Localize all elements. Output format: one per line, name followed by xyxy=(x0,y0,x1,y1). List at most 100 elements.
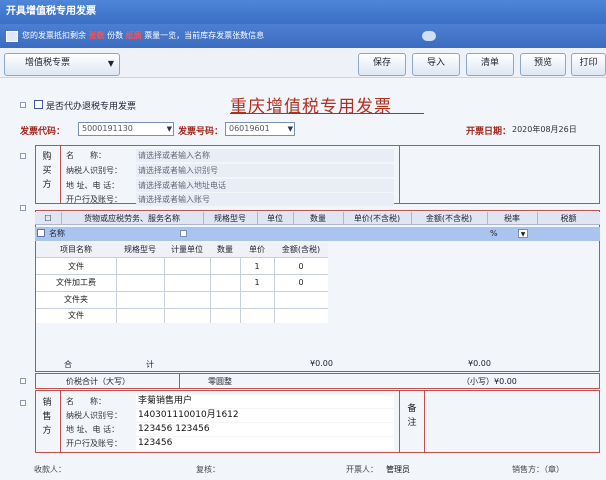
items-grid-header: ☐ 货物或应税劳务、服务名称 规格型号 单位 数量 单价(不含税) 金额(不含税… xyxy=(35,212,600,225)
seller-stamp-label: 销售方：（章） xyxy=(512,465,564,474)
seller-taxid-label: 纳税人识别号： xyxy=(66,411,122,420)
tax-rate-cell[interactable]: % xyxy=(490,227,498,241)
sub-col-qty: 数量 xyxy=(210,243,241,257)
tax-rate-dropdown[interactable]: ▼ xyxy=(518,229,528,238)
detail-row-amount[interactable]: 0 xyxy=(274,260,328,274)
seller-address-value[interactable]: 123456 123456 xyxy=(136,423,394,436)
sub-col-spec: 规格型号 xyxy=(116,243,165,257)
detail-table: 项目名称 规格型号 计量单位 数量 单价 金额(含税) 文件 1 0 文件加工费… xyxy=(36,243,328,323)
info-text-red2: 纸质 xyxy=(125,31,142,40)
seller-side-label: 销 售 方 xyxy=(37,396,57,438)
total-amount: ¥0.00 xyxy=(310,359,333,368)
price-tax-total-words: 零圆整 xyxy=(208,377,232,386)
col-qty: 数量 xyxy=(293,212,344,225)
grid-line xyxy=(36,257,328,258)
buyer-name-label: 名 称： xyxy=(66,151,106,160)
window-title: 开具增值税专用发票 xyxy=(0,0,606,24)
invoice-number-select[interactable]: 06019601 ▼ xyxy=(225,122,295,136)
invoice-date: 2020年08月26日 xyxy=(512,125,577,134)
row-marker xyxy=(20,102,26,108)
col-tax: 税额 xyxy=(560,214,577,223)
detail-row-amount[interactable]: 0 xyxy=(274,276,328,290)
save-button[interactable]: 保存 xyxy=(358,53,406,76)
col-tax-rate: 税率 xyxy=(487,212,538,225)
code-label: 发票代码： xyxy=(20,127,66,137)
toolbar: 增值税专票 ▼ 保存 导入 清单 预览 打印 xyxy=(0,48,606,78)
list-button[interactable]: 清单 xyxy=(466,53,514,76)
side-char: 方 xyxy=(42,180,52,190)
buyer-address-label: 地 址、电 话： xyxy=(66,181,120,190)
seller-name-value[interactable]: 李菊销售用户 xyxy=(136,395,394,408)
buyer-side-label: 购 买 方 xyxy=(37,150,57,192)
detail-row-name[interactable]: 文件加工费 xyxy=(36,276,116,290)
detail-row-name[interactable]: 文件 xyxy=(36,309,116,323)
col-spec: 规格型号 xyxy=(203,212,258,225)
cloud-icon[interactable] xyxy=(422,31,436,41)
print-button[interactable]: 打印 xyxy=(571,53,606,76)
divider xyxy=(399,145,400,204)
invoice-code-value: 5000191130 xyxy=(82,124,133,133)
chevron-down-icon: ▼ xyxy=(107,59,114,68)
divider xyxy=(179,373,180,389)
tax-included-checkbox[interactable] xyxy=(180,230,187,237)
invoice-type-select[interactable]: 增值税专票 ▼ xyxy=(4,53,120,76)
grid-line xyxy=(164,257,165,323)
side-char: 备 xyxy=(407,404,417,414)
payee-label: 收款人： xyxy=(34,465,66,474)
chevron-down-icon: ▼ xyxy=(166,125,172,133)
reviewer-label: 复核： xyxy=(196,465,220,474)
row-marker xyxy=(20,153,26,159)
price-tax-total-label: 价税合计（大写） xyxy=(66,377,130,386)
agent-checkbox-label: 是否代办退税专用发票 xyxy=(46,102,137,112)
row-checkbox[interactable] xyxy=(37,229,45,237)
buyer-address-input[interactable]: 请选择或者输入地址电话 xyxy=(136,179,394,192)
buyer-bank-input[interactable]: 请选择或者输入账号 xyxy=(136,193,394,206)
agent-checkbox[interactable] xyxy=(34,100,43,109)
info-text-red1: 张数 xyxy=(88,31,105,40)
import-button[interactable]: 导入 xyxy=(412,53,460,76)
detail-row-qty[interactable]: 1 xyxy=(240,260,274,274)
col-price: 单价(不含税) xyxy=(343,212,412,225)
row-marker xyxy=(20,378,26,384)
total-tax: ¥0.00 xyxy=(468,359,491,368)
info-text-b: 票量一览，当前库存发票张数信息 xyxy=(144,31,265,40)
invoice-number-value: 06019601 xyxy=(229,124,270,133)
seller-bank-value[interactable]: 123456 xyxy=(136,437,394,450)
invoice-code-select[interactable]: 5000191130 ▼ xyxy=(78,122,174,136)
buyer-taxid-input[interactable]: 请选择或者输入识别号 xyxy=(136,164,394,177)
seller-bank-label: 开户行及账号： xyxy=(66,439,122,448)
detail-row-name[interactable]: 文件 xyxy=(36,260,116,274)
side-char: 买 xyxy=(42,166,52,176)
divider xyxy=(424,390,425,453)
item-row-selected[interactable]: 名称 % ▼ xyxy=(35,227,600,241)
grid-line xyxy=(36,274,328,275)
side-char: 注 xyxy=(407,418,417,428)
sub-col-amount: 金额(含税) xyxy=(274,243,328,257)
seller-name-label: 名 称： xyxy=(66,397,106,406)
seller-address-label: 地 址、电 话： xyxy=(66,425,120,434)
buyer-name-input[interactable]: 请选择或者输入名称 xyxy=(136,149,394,162)
select-all-checkbox[interactable]: ☐ xyxy=(35,212,62,225)
sub-col-unit: 计量单位 xyxy=(164,243,211,257)
divider xyxy=(399,390,400,453)
divider xyxy=(60,390,61,453)
side-char: 方 xyxy=(42,426,52,436)
buyer-taxid-label: 纳税人识别号： xyxy=(66,166,122,175)
detail-row-qty[interactable]: 1 xyxy=(240,276,274,290)
side-char: 购 xyxy=(42,152,52,162)
info-bar: 您的发票抵扣剩余 张数 份数 纸质 票量一览，当前库存发票张数信息 xyxy=(0,24,606,48)
drawer-value: 管理员 xyxy=(386,465,410,474)
side-char: 销 xyxy=(42,398,52,408)
col-amount: 金额(不含税) xyxy=(411,212,488,225)
seller-taxid-value[interactable]: 140301110010月1612 xyxy=(136,409,394,422)
invoice-type-value: 增值税专票 xyxy=(25,58,71,68)
drawer-label: 开票人： xyxy=(346,465,378,474)
item-name-cell[interactable]: 名称 xyxy=(49,227,65,241)
chevron-down-icon: ▼ xyxy=(287,125,293,133)
preview-button[interactable]: 预览 xyxy=(520,53,566,76)
grid-line xyxy=(116,257,117,323)
price-tax-total-small: （小写）¥0.00 xyxy=(462,377,517,386)
number-label: 发票号码： xyxy=(178,127,224,137)
info-icon xyxy=(6,31,18,42)
detail-row-name[interactable]: 文件夹 xyxy=(36,293,116,307)
